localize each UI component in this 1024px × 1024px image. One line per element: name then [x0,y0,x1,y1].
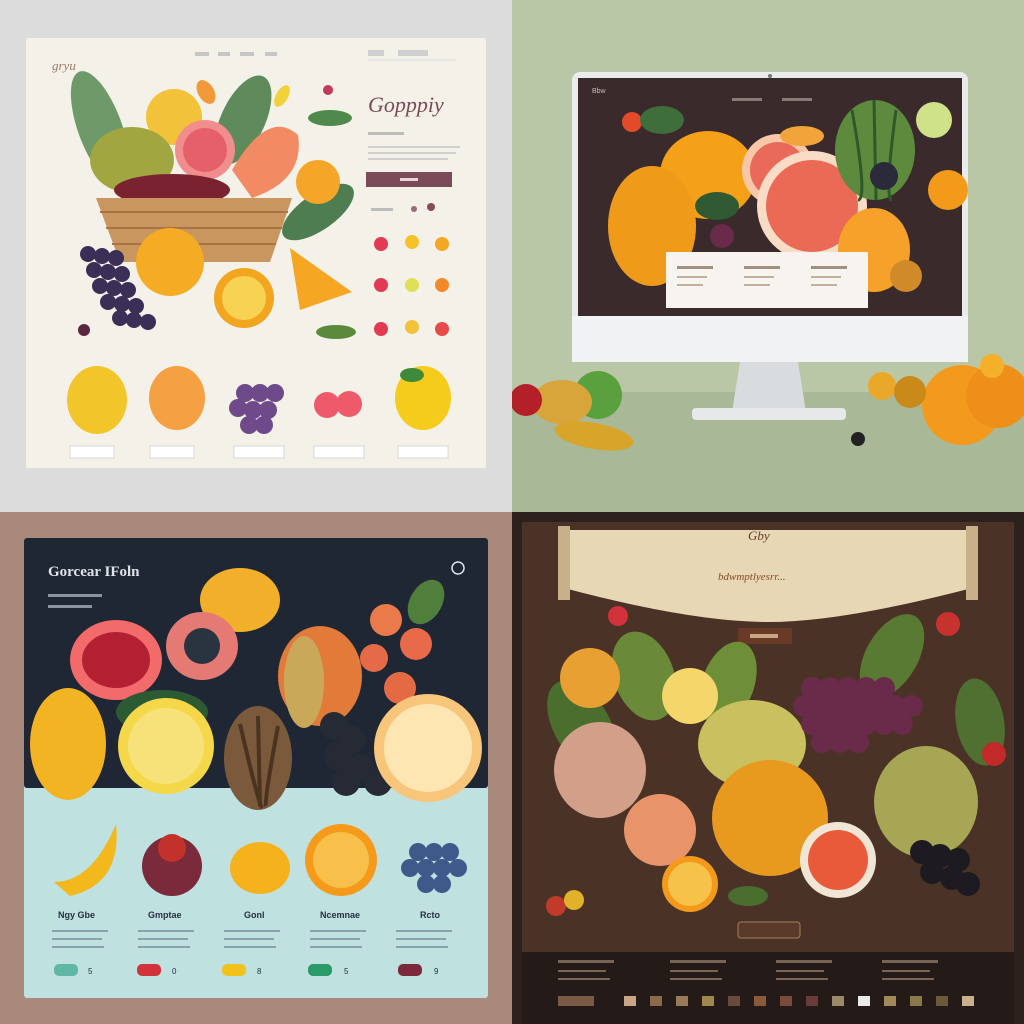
filter-label [371,208,393,211]
panel-top-right: Bbw [512,0,1024,512]
site-logo[interactable]: Gby [748,528,770,543]
product-count: 5 [344,967,349,976]
bottom-left-page-mockup: Gorcear IFoln Ngy Gbe Gmptae Gonl Ncemna… [24,538,488,998]
banner-scroll-left [558,526,570,600]
screen-nav[interactable] [782,98,812,101]
camera-dot [768,74,772,78]
cta-button-label [400,178,418,181]
top-left-page-mockup: gryu Gopppiy [26,38,486,468]
filter-dot[interactable] [427,203,435,211]
hero-subtitle [368,132,404,135]
header-link[interactable] [368,50,384,56]
banner-scroll-right [966,526,978,600]
nav-item[interactable] [265,52,277,56]
product-count: 9 [434,967,439,976]
swatch-pill[interactable] [54,964,78,976]
nav-item[interactable] [195,52,209,56]
hero-text-line [368,152,456,154]
panel-bottom-left: Gorcear IFoln Ngy Gbe Gmptae Gonl Ncemna… [0,512,512,1024]
swatch-pill[interactable] [308,964,332,976]
filter-dot[interactable] [411,206,417,212]
scroll-down-button[interactable] [737,921,801,939]
panel-bottom-right: Gby bdwmptlyesrr... [512,512,1024,1024]
swatch-pill[interactable] [398,964,422,976]
hero-title: Gopppiy [368,92,444,117]
nav-item[interactable] [240,52,254,56]
hero-text-line [368,158,448,160]
screen-info-card[interactable] [666,252,868,308]
nav-item[interactable] [218,52,230,56]
monitor-mockup: Bbw [512,0,1024,512]
hero-subtitle [48,605,92,608]
hero-title: Gorcear IFoln [48,564,140,580]
product-name[interactable]: Ncemnae [320,910,360,920]
monitor-stand [732,362,806,412]
panel-top-left: gryu Gopppiy [0,0,512,512]
swatch-pill[interactable] [222,964,246,976]
product-count: 0 [172,967,177,976]
hero-subtitle [48,594,102,597]
product-name[interactable]: Gonl [244,910,265,920]
product-count: 8 [257,967,262,976]
product-count: 5 [88,967,93,976]
monitor-base [692,408,846,420]
banner-tagline: bdwmptlyesrr... [718,571,786,583]
vintage-page-mockup: Gby bdwmptlyesrr... [512,512,1024,1024]
image-grid: gryu Gopppiy Bbw Gorcear IFoln Ngy Gbe G… [0,0,1024,1024]
hero-text-line [368,146,460,148]
swatch-pill[interactable] [137,964,161,976]
header-link[interactable] [398,50,428,56]
monitor-chin [572,316,968,362]
screen-nav[interactable] [732,98,762,101]
screen-logo[interactable]: Bbw [592,88,607,95]
product-name[interactable]: Rcto [420,910,441,920]
product-name[interactable]: Ngy Gbe [58,910,95,920]
site-logo[interactable]: gryu [52,58,76,73]
product-name[interactable]: Gmptae [148,910,182,920]
banner-button-label [750,634,778,638]
